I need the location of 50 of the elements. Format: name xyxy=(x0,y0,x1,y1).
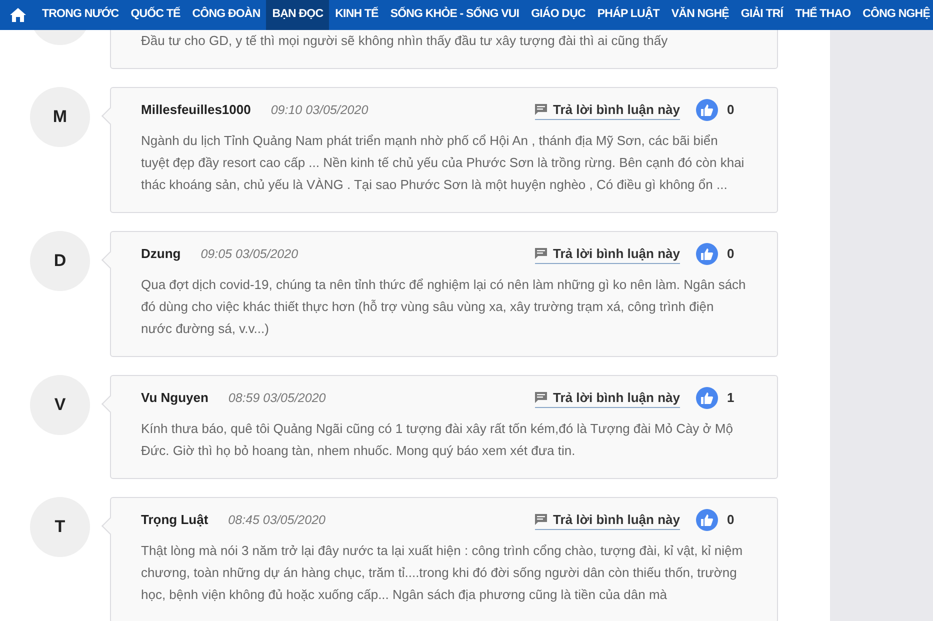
nav-tab[interactable]: THỂ THAO xyxy=(789,0,857,30)
like-count: 0 xyxy=(727,245,736,264)
reply-link[interactable]: Trả lời bình luận này xyxy=(535,244,680,264)
comment-text: Kính thưa báo, quê tôi Quảng Ngãi cũng có 1 tượng đài xây rất tốn kém,đó là Tượng đài Mỏ Cày ở Mộ Đức. Giờ thì họ bỏ hoang tàn, nhem nhuốc. Mong quý báo xem xét đưa tin. xyxy=(141,420,734,460)
like-button[interactable] xyxy=(696,509,718,531)
comment-time: 08:59 03/05/2020 xyxy=(228,390,326,407)
comment-text: Qua đợt dịch covid-19, chúng ta nên tỉnh thức để nghiệm lại có nên làm những gì ko nên làm. Ngân sách đó dùng cho việc khác thiết thực hơn (hỗ trợ vùng sâu vùng xa, xây trường trạm xá, công trình điện nước đường sá, v.v...) xyxy=(141,276,747,338)
author-name: Millesfeuilles1000 xyxy=(141,101,251,120)
like-count: 0 xyxy=(727,511,736,530)
comment-icon xyxy=(535,248,547,259)
nav-tab[interactable]: QUỐC TẾ xyxy=(124,0,186,30)
nav-tab[interactable]: CÔNG NGHỆ xyxy=(856,0,933,30)
nav-tab[interactable]: VĂN NGHỆ xyxy=(665,0,735,30)
like-button[interactable] xyxy=(696,99,718,121)
comment-text: Thật lòng mà nói 3 năm trở lại đây nước ta lại xuất hiện : công trình cổng chào, tượng đài, kỉ vật, kỉ niệm chương, toàn những dự án hàng chục, trăm tỉ....trong khi đó đời sống người dân còn thiếu thốn, trường học, bệnh viện không đủ hoặc xuống cấp... Ngân sách địa phương cũng là tiền của dân mà xyxy=(141,542,744,604)
thumbs-up-icon xyxy=(701,104,713,116)
author-name: Vu Nguyen xyxy=(141,389,208,408)
thumbs-up-icon xyxy=(701,248,713,260)
avatar: M xyxy=(30,87,90,147)
comment-time: 09:10 03/05/2020 xyxy=(270,102,368,119)
like-count: 0 xyxy=(727,101,736,120)
reply-link[interactable]: Trả lời bình luận này xyxy=(535,388,680,408)
comment-time: 09:05 03/05/2020 xyxy=(200,246,298,263)
comment-icon xyxy=(535,392,547,403)
avatar: D xyxy=(30,231,90,291)
author-name: Dzung xyxy=(141,245,181,264)
comment-text: Đầu tư cho GD, y tế thì mọi người sẽ không nhìn thấy đầu tư xây tượng đài thì ai cũng thấy xyxy=(141,32,669,50)
like-button[interactable] xyxy=(696,387,718,409)
avatar: V xyxy=(30,375,90,435)
avatar: T xyxy=(30,497,90,557)
nav-tab[interactable]: BẠN ĐỌC xyxy=(266,0,330,30)
comment-time: 08:45 03/05/2020 xyxy=(228,512,326,529)
nav-tab[interactable]: GIÁO DỤC xyxy=(525,0,592,30)
comment-icon xyxy=(535,104,547,115)
author-name: Trọng Luật xyxy=(141,511,208,530)
thumbs-up-icon xyxy=(701,392,713,404)
nav-tab[interactable]: PHÁP LUẬT xyxy=(591,0,666,30)
nav-tab[interactable]: SỐNG KHỎE - SỐNG VUI xyxy=(384,0,526,30)
nav-tab[interactable]: TRONG NƯỚC xyxy=(36,0,125,30)
reply-link[interactable]: Trả lời bình luận này xyxy=(535,510,680,530)
thumbs-up-icon xyxy=(701,514,713,526)
reply-link[interactable]: Trả lời bình luận này xyxy=(535,100,680,120)
like-count: 1 xyxy=(727,389,736,408)
home-icon xyxy=(9,7,27,23)
nav-tab[interactable]: CÔNG ĐOÀN xyxy=(186,0,266,30)
nav-tab[interactable]: GIẢI TRÍ xyxy=(734,0,790,30)
nav-tab[interactable]: KINH TẾ xyxy=(329,0,384,30)
comment-icon xyxy=(535,514,547,525)
like-button[interactable] xyxy=(696,243,718,265)
comment-text: Ngành du lịch Tỉnh Quảng Nam phát triển mạnh nhờ phố cổ Hội An , thánh địa Mỹ Sơn, các bãi biển tuyệt đẹp đầy resort cao cấp ... Nền kinh tế chủ yếu của Phước Sơn là trồng rừng. Bên cạnh đó còn khai thác khoáng sản, chủ yếu là VÀNG . Tại sao Phước Sơn là một huyện nghèo , Có điều gì không ổn ... xyxy=(141,132,746,194)
